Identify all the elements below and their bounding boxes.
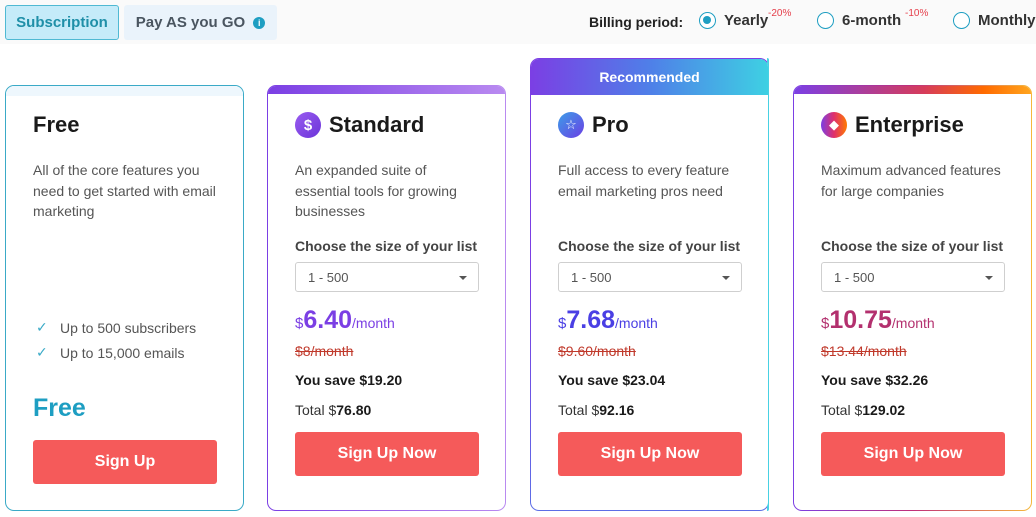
plan-title: Free <box>33 112 80 137</box>
tab-pay-as-you-go[interactable]: Pay AS you GO i <box>124 5 277 40</box>
sign-up-now-button[interactable]: Sign Up Now <box>558 432 742 476</box>
savings-text: You save $19.20 <box>295 372 403 388</box>
feature-list: ✓ Up to 500 subscribers ✓ Up to 15,000 e… <box>36 315 196 365</box>
radio-monthly[interactable] <box>953 12 970 29</box>
list-size-label: Choose the size of your list <box>821 238 1004 254</box>
plan-description: An expanded suite of essential tools for… <box>295 162 457 219</box>
total-label: Total $ <box>295 402 337 418</box>
list-size-value: 1 - 500 <box>308 269 349 285</box>
list-size-label: Choose the size of your list <box>295 238 478 254</box>
plan-card-pro: Recommended ☆ Pro Full access to every f… <box>530 58 769 511</box>
total-value: 129.02 <box>862 402 906 418</box>
recommended-badge: Recommended <box>531 59 768 95</box>
check-icon: ✓ <box>36 344 48 360</box>
plan-title: ◆ Enterprise <box>821 112 964 138</box>
plan-card-free: Free All of the core features you need t… <box>5 85 244 511</box>
total-price: Total $76.80 <box>295 402 371 418</box>
billing-option-label: Monthly <box>978 12 1036 29</box>
card-top-bar <box>794 86 1031 94</box>
diamond-icon: ◆ <box>821 112 847 138</box>
billing-period-label: Billing period: <box>589 14 684 30</box>
feature-text: Up to 500 subscribers <box>60 319 197 336</box>
sign-up-now-button[interactable]: Sign Up Now <box>295 432 479 476</box>
list-size-value: 1 - 500 <box>834 269 875 285</box>
plan-price: Free <box>33 394 86 422</box>
total-value: 92.16 <box>599 402 635 418</box>
total-label: Total $ <box>821 402 863 418</box>
savings-text: You save $23.04 <box>558 372 666 388</box>
caret-down-icon <box>985 276 993 280</box>
feature-text: Up to 15,000 emails <box>60 344 185 361</box>
old-price: $13.44/month <box>821 343 907 359</box>
plan-price: $ 10.75 /month <box>821 306 935 335</box>
billing-option-yearly[interactable]: Yearly -20% <box>699 8 791 29</box>
price-currency: $ <box>558 315 567 332</box>
price-amount: 10.75 <box>829 306 892 334</box>
old-price: $9.60/month <box>558 343 636 359</box>
check-icon: ✓ <box>36 319 48 335</box>
list-size-select[interactable]: 1 - 500 <box>558 262 742 292</box>
old-price: $8/month <box>295 343 354 359</box>
card-top-strip <box>6 86 243 96</box>
plan-title-text: Enterprise <box>855 112 964 137</box>
card-top-bar <box>268 86 505 94</box>
discount-badge: -20% <box>768 8 792 19</box>
tab-pay-as-you-go-label: Pay AS you GO <box>135 14 246 31</box>
billing-option-label: Yearly <box>724 12 769 29</box>
caret-down-icon <box>722 276 730 280</box>
total-price: Total $92.16 <box>558 402 634 418</box>
radio-yearly[interactable] <box>699 12 716 29</box>
plan-description: All of the core features you need to get… <box>33 162 216 219</box>
plan-price: $ 6.40 /month <box>295 306 395 335</box>
plan-title-text: Pro <box>592 112 629 137</box>
list-size-select[interactable]: 1 - 500 <box>295 262 479 292</box>
tab-subscription[interactable]: Subscription <box>5 5 119 40</box>
price-amount: 6.40 <box>303 306 353 334</box>
price-amount: 7.68 <box>566 306 616 334</box>
billing-option-label: 6-month <box>842 12 902 29</box>
sign-up-button[interactable]: Sign Up <box>33 440 217 484</box>
price-period: /month <box>891 315 935 331</box>
sign-up-now-button[interactable]: Sign Up Now <box>821 432 1005 476</box>
plan-description: Maximum advanced features for large comp… <box>821 162 1001 199</box>
plan-card-standard: $ Standard An expanded suite of essentia… <box>267 85 506 511</box>
discount-badge: -10% <box>905 8 929 19</box>
price-period: /month <box>615 315 658 331</box>
billing-option-6-month[interactable]: 6-month -10% <box>817 8 928 29</box>
top-bar: Subscription Pay AS you GO i Billing per… <box>0 0 1036 44</box>
plan-title: $ Standard <box>295 112 424 138</box>
billing-option-monthly[interactable]: Monthly <box>953 12 1036 29</box>
plan-price: $ 7.68 /month <box>558 306 658 335</box>
price-period: /month <box>352 315 395 331</box>
star-icon: ☆ <box>558 112 584 138</box>
feature-item: ✓ Up to 15,000 emails <box>36 340 196 365</box>
price-currency: $ <box>821 315 830 332</box>
radio-6-month[interactable] <box>817 12 834 29</box>
caret-down-icon <box>459 276 467 280</box>
list-size-label: Choose the size of your list <box>558 238 741 254</box>
plan-title: ☆ Pro <box>558 112 629 138</box>
list-size-value: 1 - 500 <box>571 269 612 285</box>
feature-item: ✓ Up to 500 subscribers <box>36 315 196 340</box>
info-icon[interactable]: i <box>253 16 266 29</box>
plan-description: Full access to every feature email marke… <box>558 162 730 199</box>
dollar-icon: $ <box>295 112 321 138</box>
savings-text: You save $32.26 <box>821 372 929 388</box>
total-label: Total $ <box>558 402 600 418</box>
total-value: 76.80 <box>336 402 372 418</box>
list-size-select[interactable]: 1 - 500 <box>821 262 1005 292</box>
total-price: Total $129.02 <box>821 402 905 418</box>
price-currency: $ <box>295 315 304 332</box>
plan-card-enterprise: ◆ Enterprise Maximum advanced features f… <box>793 85 1032 511</box>
plan-title-text: Standard <box>329 112 425 137</box>
